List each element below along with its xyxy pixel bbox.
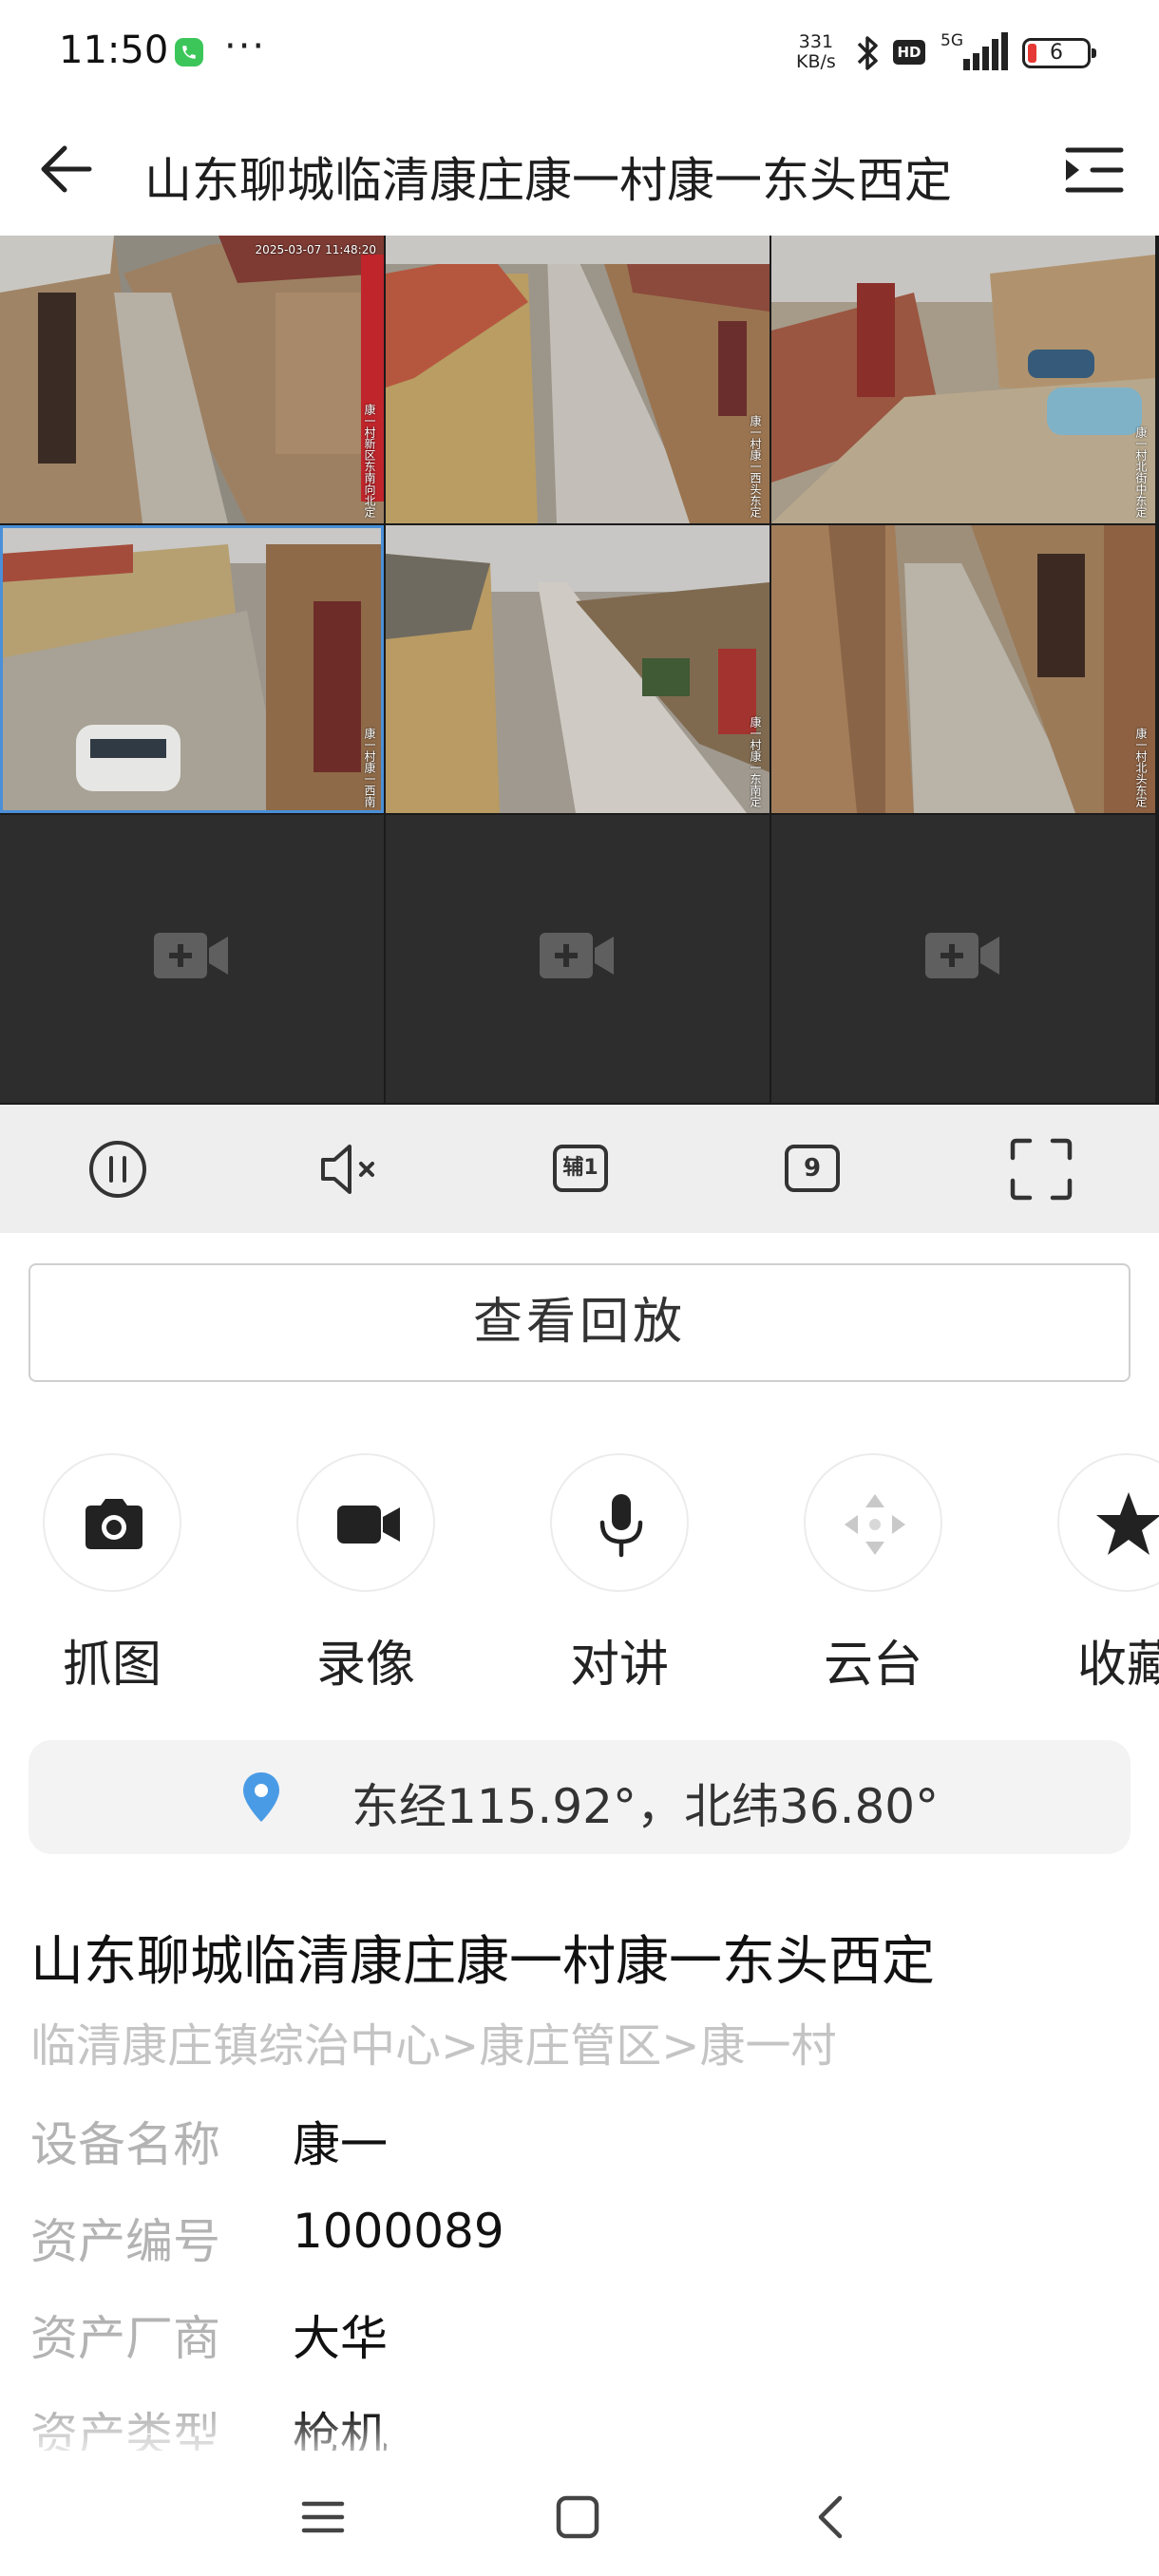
- info-row-asset-number: 资产编号 1000089: [30, 2204, 1132, 2270]
- view-playback-button[interactable]: 查看回放: [28, 1263, 1130, 1382]
- ptz-action[interactable]: 云台: [797, 1453, 949, 1695]
- info-key: 设备名称: [30, 2117, 220, 2172]
- network-speed: 331 KB/s: [796, 32, 836, 72]
- back-button[interactable]: [34, 135, 103, 203]
- info-key: 资产编号: [30, 2214, 220, 2269]
- camera-feed-image: [0, 525, 384, 813]
- osd-timestamp: 2025-03-07 11:48:20: [255, 243, 376, 256]
- arrow-left-icon: [41, 145, 92, 193]
- info-value: 1000089: [293, 2204, 504, 2259]
- record-label: 录像: [315, 1637, 415, 1694]
- volume-mute-icon: [321, 1145, 374, 1194]
- talk-label: 对讲: [569, 1637, 669, 1694]
- talk-action[interactable]: 对讲: [543, 1453, 695, 1695]
- info-row-device-name: 设备名称 康一: [30, 2107, 1132, 2173]
- split-count-label: 9: [785, 1145, 840, 1192]
- aux-stream-button[interactable]: 辅1: [543, 1133, 616, 1205]
- fullscreen-button[interactable]: [1005, 1133, 1077, 1205]
- phone-call-icon: [175, 38, 203, 66]
- video-grid: 2025-03-07 11:48:20 康一村新区东南向北定 康一村康一西头东定: [0, 236, 1159, 1105]
- bluetooth-icon: [853, 32, 884, 78]
- video-tile-8-empty[interactable]: [386, 815, 770, 1103]
- osd-label: 康一村北头东定: [1134, 728, 1148, 807]
- hd-badge: HD: [893, 40, 925, 65]
- pause-button[interactable]: [82, 1133, 154, 1205]
- playback-control-bar: 辅1 9: [0, 1105, 1159, 1233]
- osd-label: 康一村新区东南向北定: [363, 404, 376, 518]
- snapshot-label: 抓图: [62, 1637, 162, 1694]
- snapshot-button[interactable]: [43, 1453, 181, 1592]
- add-video-icon: [154, 933, 228, 978]
- signal-icon: 5G: [940, 30, 1009, 78]
- channel-list-button[interactable]: [1054, 137, 1127, 203]
- network-speed-value: 331: [798, 31, 834, 52]
- location-bar[interactable]: 东经115.92°，北纬36.80°: [28, 1740, 1130, 1854]
- camera-feed-image: [386, 525, 770, 813]
- camera-feed-image: [771, 525, 1155, 813]
- add-video-icon: [925, 933, 999, 978]
- app-header: 山东聊城临清康庄康一村康一东头西定: [0, 104, 1159, 236]
- home-button[interactable]: [540, 2479, 616, 2555]
- ptz-arrows-icon: [845, 1494, 905, 1555]
- microphone-icon: [599, 1494, 643, 1558]
- osd-label: 康一村北街中东定: [1134, 426, 1148, 518]
- svg-text:5G: 5G: [940, 31, 963, 50]
- video-camera-icon: [337, 1506, 400, 1544]
- more-notifications: ···: [224, 25, 267, 68]
- record-button[interactable]: [296, 1453, 435, 1592]
- ptz-button[interactable]: [804, 1453, 942, 1592]
- video-tile-2[interactable]: 康一村康一西头东定: [386, 236, 770, 523]
- back-icon: [818, 2495, 843, 2539]
- status-bar: 11:50 ··· 331 KB/s HD 5G 6: [0, 0, 1159, 104]
- camera-icon: [86, 1499, 142, 1549]
- osd-label: 康一村康一西头东定: [749, 415, 762, 518]
- camera-feed-image: [0, 236, 384, 523]
- page-title: 山东聊城临清康庄康一村康一东头西定: [144, 153, 952, 208]
- recents-button[interactable]: [285, 2479, 361, 2555]
- info-value: 大华: [293, 2311, 388, 2366]
- video-tile-4[interactable]: 康一村康一西南: [0, 525, 384, 813]
- video-tile-3[interactable]: 康一村北街中东定: [771, 236, 1155, 523]
- aux-stream-label: 辅1: [553, 1145, 608, 1192]
- info-key: 资产厂商: [30, 2311, 220, 2366]
- channel-list-icon: [1065, 147, 1124, 193]
- osd-label: 康一村康一东南定: [749, 716, 762, 807]
- network-speed-unit: KB/s: [796, 51, 836, 72]
- clock: 11:50: [59, 28, 169, 72]
- camera-feed-image: [771, 236, 1155, 523]
- camera-feed-image: [386, 236, 770, 523]
- info-row-manufacturer: 资产厂商 大华: [30, 2301, 1132, 2367]
- favorite-label: 收藏: [1076, 1637, 1159, 1694]
- add-video-icon: [540, 933, 614, 978]
- action-row: 抓图 录像 对讲 云台 收藏: [0, 1453, 1159, 1710]
- osd-label: 康一村康一西南: [363, 728, 376, 807]
- video-tile-6[interactable]: 康一村北头东定: [771, 525, 1155, 813]
- device-title: 山东聊城临清康庄康一村康一东头西定: [30, 1931, 935, 1993]
- system-back-button[interactable]: [794, 2479, 870, 2555]
- video-tile-7-empty[interactable]: [0, 815, 384, 1103]
- favorite-action[interactable]: 收藏: [1051, 1453, 1159, 1695]
- location-pin-icon: [243, 1772, 279, 1822]
- split-screen-button[interactable]: 9: [775, 1133, 847, 1205]
- breadcrumb: 临清康庄镇综治中心>康庄管区>康一村: [30, 2019, 837, 2073]
- ptz-label: 云台: [823, 1637, 922, 1694]
- menu-icon: [301, 2501, 345, 2533]
- talk-button[interactable]: [550, 1453, 689, 1592]
- battery-icon: 6: [1022, 38, 1096, 68]
- system-nav-bar: [0, 2451, 1159, 2576]
- mute-button[interactable]: [314, 1133, 386, 1205]
- favorite-button[interactable]: [1057, 1453, 1159, 1592]
- battery-level: 6: [1050, 41, 1063, 65]
- video-tile-5[interactable]: 康一村康一东南定: [386, 525, 770, 813]
- video-tile-9-empty[interactable]: [771, 815, 1155, 1103]
- pause-icon: [89, 1141, 146, 1198]
- info-value: 康一: [293, 2117, 388, 2172]
- video-tile-1[interactable]: 2025-03-07 11:48:20 康一村新区东南向北定: [0, 236, 384, 523]
- star-icon: [1096, 1492, 1159, 1555]
- coordinates-text: 东经115.92°，北纬36.80°: [352, 1779, 940, 1834]
- home-icon: [556, 2495, 599, 2539]
- fullscreen-icon: [1010, 1138, 1073, 1201]
- record-action[interactable]: 录像: [290, 1453, 442, 1695]
- snapshot-action[interactable]: 抓图: [36, 1453, 188, 1695]
